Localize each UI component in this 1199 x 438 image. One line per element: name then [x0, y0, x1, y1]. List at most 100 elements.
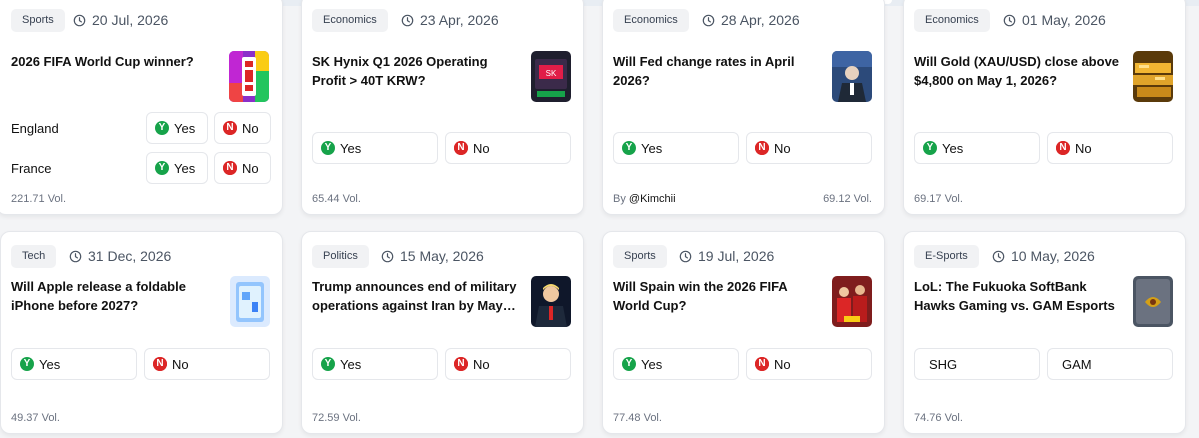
market-card[interactable]: Economics 28 Apr, 2026 Will Fed change r…	[602, 0, 885, 215]
yes-label: Yes	[641, 140, 663, 156]
end-date-text: 28 Apr, 2026	[721, 12, 800, 28]
market-card[interactable]: Sports 20 Jul, 2026 2026 FIFA World Cup …	[0, 0, 283, 215]
yes-label: Yes	[340, 140, 362, 156]
end-date: 23 Apr, 2026	[401, 12, 499, 28]
market-title[interactable]: Will Gold (XAU/USD) close above $4,800 o…	[914, 52, 1123, 90]
market-thumbnail	[832, 276, 872, 327]
category-tag[interactable]: Economics	[613, 9, 689, 32]
option-b-button[interactable]: GAM	[1047, 348, 1173, 380]
yes-label: Yes	[174, 120, 196, 136]
yes-icon: Y	[321, 141, 335, 155]
yes-button[interactable]: Y Yes	[312, 348, 438, 380]
yes-label: Yes	[340, 356, 362, 372]
market-card[interactable]: Economics 01 May, 2026 Will Gold (XAU/US…	[903, 0, 1186, 215]
no-button[interactable]: N No	[214, 152, 271, 184]
no-label: No	[774, 140, 791, 156]
no-label: No	[473, 356, 490, 372]
yes-button[interactable]: Y Yes	[312, 132, 438, 164]
category-tag[interactable]: Tech	[11, 245, 57, 268]
yes-button[interactable]: Y Yes	[914, 132, 1040, 164]
market-thumbnail	[230, 276, 270, 327]
yes-button[interactable]: Y Yes	[613, 132, 739, 164]
market-title[interactable]: Trump announces end of military operatio…	[312, 277, 521, 315]
category-tag[interactable]: Sports	[613, 245, 667, 268]
option-a-button[interactable]: SHG	[914, 348, 1040, 380]
market-title[interactable]: Will Apple release a foldable iPhone bef…	[11, 277, 220, 315]
market-card[interactable]: Tech 31 Dec, 2026 Will Apple release a f…	[0, 231, 283, 434]
yes-label: Yes	[641, 356, 663, 372]
no-button[interactable]: N No	[144, 348, 270, 380]
volume: 69.17 Vol.	[914, 193, 963, 205]
market-thumbnail	[832, 51, 872, 102]
clock-icon	[1003, 14, 1016, 26]
no-button[interactable]: N No	[746, 348, 872, 380]
outcome-label: France	[11, 161, 52, 176]
yes-icon: Y	[155, 121, 169, 135]
no-label: No	[473, 140, 490, 156]
clock-icon	[69, 250, 82, 262]
no-icon: N	[223, 161, 237, 175]
end-date-text: 10 May, 2026	[1011, 248, 1095, 264]
yes-icon: Y	[923, 141, 937, 155]
clock-icon	[401, 14, 414, 26]
clock-icon	[73, 14, 86, 26]
market-title[interactable]: SK Hynix Q1 2026 Operating Profit > 40T …	[312, 52, 521, 90]
category-tag[interactable]: Sports	[11, 9, 65, 32]
market-title[interactable]: 2026 FIFA World Cup winner?	[11, 52, 220, 71]
yes-label: Yes	[39, 356, 61, 372]
clock-icon	[679, 250, 692, 262]
end-date-text: 23 Apr, 2026	[420, 12, 499, 28]
market-thumbnail	[531, 276, 571, 327]
volume: 72.59 Vol.	[312, 412, 361, 424]
option-b-label: GAM	[1062, 356, 1092, 372]
no-icon: N	[153, 357, 167, 371]
volume: 77.48 Vol.	[613, 412, 662, 424]
end-date: 15 May, 2026	[381, 248, 484, 264]
no-icon: N	[454, 141, 468, 155]
end-date: 31 Dec, 2026	[69, 248, 171, 264]
volume: 74.76 Vol.	[914, 412, 963, 424]
market-card[interactable]: Politics 15 May, 2026 Trump announces en…	[301, 231, 584, 434]
end-date: 19 Jul, 2026	[679, 248, 774, 264]
yes-button[interactable]: Y Yes	[613, 348, 739, 380]
end-date-text: 31 Dec, 2026	[88, 248, 172, 264]
clock-icon	[992, 250, 1005, 262]
market-card[interactable]: Sports 19 Jul, 2026 Will Spain win the 2…	[602, 231, 885, 434]
market-card[interactable]: Economics 23 Apr, 2026 SK Hynix Q1 2026 …	[301, 0, 584, 215]
yes-button[interactable]: Y Yes	[11, 348, 137, 380]
category-tag[interactable]: Economics	[312, 9, 388, 32]
no-icon: N	[755, 141, 769, 155]
no-button[interactable]: N No	[746, 132, 872, 164]
market-title[interactable]: Will Fed change rates in April 2026?	[613, 52, 822, 90]
no-icon: N	[755, 357, 769, 371]
option-a-label: SHG	[929, 356, 958, 372]
outcome-label: England	[11, 121, 59, 136]
end-date: 01 May, 2026	[1003, 12, 1106, 28]
no-button[interactable]: N No	[445, 132, 571, 164]
no-icon: N	[454, 357, 468, 371]
market-thumbnail	[1133, 51, 1173, 102]
yes-icon: Y	[622, 357, 636, 371]
creator-prefix: By	[613, 193, 626, 205]
yes-button[interactable]: Y Yes	[146, 112, 208, 144]
no-button[interactable]: N No	[1047, 132, 1173, 164]
category-tag[interactable]: Politics	[312, 245, 369, 268]
no-label: No	[172, 356, 189, 372]
market-thumbnail	[229, 51, 269, 102]
end-date-text: 19 Jul, 2026	[698, 248, 775, 264]
no-button[interactable]: N No	[445, 348, 571, 380]
category-tag[interactable]: E-Sports	[914, 245, 979, 268]
market-title[interactable]: LoL: The Fukuoka SoftBank Hawks Gaming v…	[914, 277, 1123, 315]
yes-icon: Y	[155, 161, 169, 175]
market-card[interactable]: E-Sports 10 May, 2026 LoL: The Fukuoka S…	[903, 231, 1186, 434]
yes-icon: Y	[20, 357, 34, 371]
no-label: No	[242, 160, 259, 176]
end-date: 10 May, 2026	[992, 248, 1095, 264]
yes-button[interactable]: Y Yes	[146, 152, 208, 184]
creator-handle[interactable]: @Kimchii	[629, 193, 676, 205]
category-tag[interactable]: Economics	[914, 9, 990, 32]
no-button[interactable]: N No	[214, 112, 271, 144]
svg-text:SK: SK	[546, 69, 557, 78]
end-date-text: 01 May, 2026	[1022, 12, 1106, 28]
market-title[interactable]: Will Spain win the 2026 FIFA World Cup?	[613, 277, 822, 315]
